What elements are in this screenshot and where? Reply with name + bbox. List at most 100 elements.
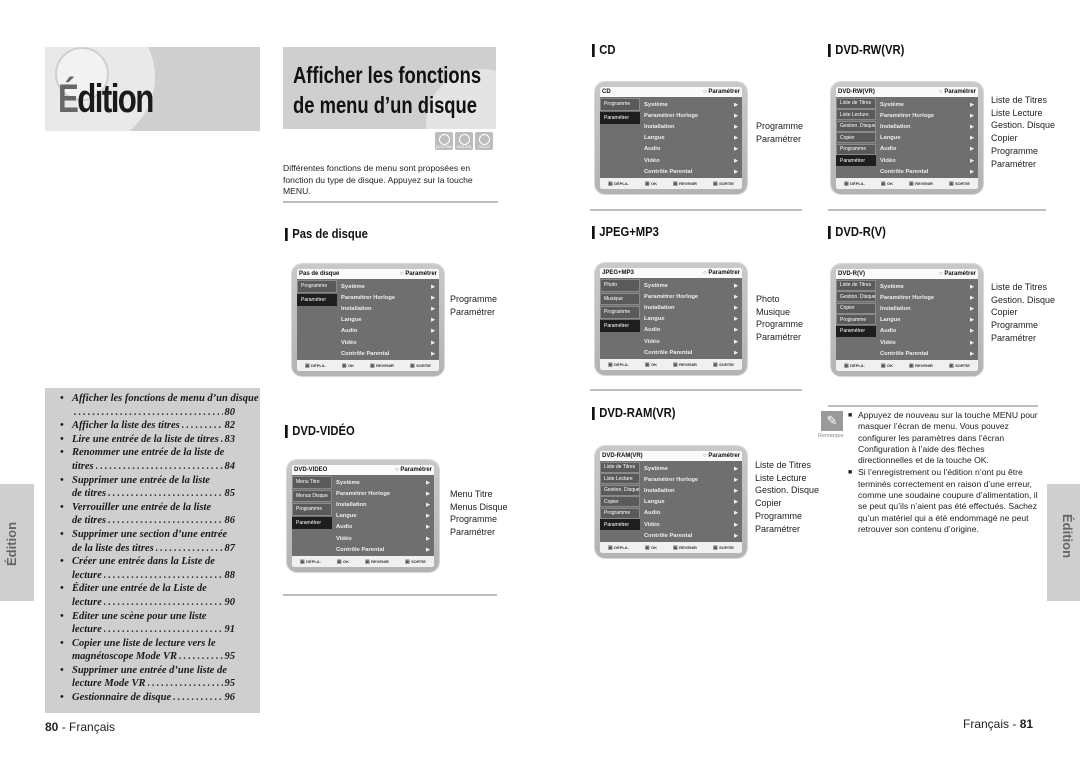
toc-item[interactable]: • Editer une scène pour une liste lecture.… xyxy=(60,610,235,637)
menu-item[interactable]: Langue ▶ xyxy=(880,133,974,144)
option-list: Liste de Titres Liste Lecture Gestion. Dis… xyxy=(755,459,819,535)
sidebar-item[interactable]: Copier xyxy=(836,302,876,314)
toc-item[interactable]: • Supprimer une entrée d’une liste de lect… xyxy=(60,664,235,691)
menu-item[interactable]: Installation ▶ xyxy=(336,499,430,510)
menu-item[interactable]: Langue ▶ xyxy=(336,511,430,522)
sidebar-item[interactable]: Copier xyxy=(836,132,876,143)
menu-item[interactable]: Vidéo ▶ xyxy=(880,155,974,166)
sidebar-item[interactable]: Liste Lecture xyxy=(600,473,640,484)
sidebar-item[interactable]: Photo xyxy=(600,279,640,292)
menu-item[interactable]: Langue ▶ xyxy=(644,497,738,508)
menu-item[interactable]: Système ▶ xyxy=(644,463,738,474)
menu-item[interactable]: Audio ▶ xyxy=(644,325,738,336)
sidebar-item[interactable]: Menus Disque xyxy=(292,489,332,502)
sidebar-item[interactable]: Menu Titre xyxy=(292,476,332,489)
option-item: Paramétrer xyxy=(991,332,1037,343)
sidebar-item[interactable]: Programme xyxy=(836,314,876,325)
settings-menu: Système ▶ Paramétrer Horloge ▶ Installation ▶… xyxy=(341,281,435,359)
menu-item[interactable]: Audio ▶ xyxy=(880,326,974,337)
sidebar-item[interactable]: Programme xyxy=(836,143,876,155)
menu-item[interactable]: Paramétrer Horloge ▶ xyxy=(644,110,738,121)
sidebar-item[interactable]: Paramétrer xyxy=(836,325,876,337)
sidebar-item[interactable]: Paramétrer xyxy=(297,293,337,306)
sidebar-item[interactable]: Programme xyxy=(600,507,640,519)
sidebar-item[interactable]: Liste de Titres xyxy=(836,279,876,291)
menu-item[interactable]: Installation ▶ xyxy=(880,121,974,132)
sidebar-item[interactable]: Programme xyxy=(292,503,332,516)
menu-item[interactable]: Audio ▶ xyxy=(644,144,738,155)
sidebar-item[interactable]: Programme xyxy=(297,280,337,293)
menu-item[interactable]: Vidéo ▶ xyxy=(341,337,435,348)
sidebar-item[interactable]: Programme xyxy=(600,306,640,319)
menu-item[interactable]: Installation ▶ xyxy=(644,485,738,496)
toc-item[interactable]: • Afficher les fonctions de menu d’un dis… xyxy=(60,392,259,419)
menu-item[interactable]: Système ▶ xyxy=(880,281,974,292)
toc-item[interactable]: • Lire une entrée de la liste de titres..… xyxy=(60,433,235,447)
menu-item[interactable]: Langue ▶ xyxy=(644,314,738,325)
menu-item[interactable]: Audio ▶ xyxy=(341,326,435,337)
menu-item[interactable]: Installation ▶ xyxy=(341,303,435,314)
menu-item-label: Contrôle Parental xyxy=(644,349,693,356)
menu-item[interactable]: Contrôle Parental ▶ xyxy=(341,348,435,359)
footer-hint: OK xyxy=(645,181,657,187)
menu-item[interactable]: Installation ▶ xyxy=(644,121,738,132)
menu-item[interactable]: Système ▶ xyxy=(336,477,430,488)
sidebar-item[interactable]: Paramétrer xyxy=(292,516,332,529)
toc-item[interactable]: • Supprimer une section d’une entrée de la… xyxy=(60,528,235,555)
footer-hint: OK xyxy=(881,363,893,369)
menu-item[interactable]: Vidéo ▶ xyxy=(644,336,738,347)
toc-item[interactable]: • Éditer une entrée de la Liste de lecture… xyxy=(60,582,235,609)
menu-item[interactable]: Paramétrer Horloge ▶ xyxy=(644,474,738,485)
menu-item[interactable]: Contrôle Parental ▶ xyxy=(644,166,738,177)
sidebar-item[interactable]: Liste de Titres xyxy=(600,461,640,473)
menu-item[interactable]: Langue ▶ xyxy=(341,315,435,326)
menu-item[interactable]: Vidéo ▶ xyxy=(880,337,974,348)
menu-item[interactable]: Installation ▶ xyxy=(880,303,974,314)
toc-item[interactable]: • Gestionnaire de disque.................… xyxy=(60,691,235,705)
menu-item[interactable]: Contrôle Parental ▶ xyxy=(644,530,738,541)
menu-item[interactable]: Contrôle Parental ▶ xyxy=(644,347,738,358)
toc-item[interactable]: • Supprimer une entrée de la liste de titr… xyxy=(60,474,235,501)
toc-item[interactable]: • Renommer une entrée de la liste de titre… xyxy=(60,446,235,473)
menu-item[interactable]: Audio ▶ xyxy=(644,508,738,519)
menu-item[interactable]: Contrôle Parental ▶ xyxy=(880,348,974,359)
setup-indicator: Paramétrer xyxy=(703,89,740,95)
sidebar-item[interactable]: Liste de Titres xyxy=(836,97,876,109)
menu-item[interactable]: Vidéo ▶ xyxy=(644,155,738,166)
menu-item[interactable]: Système ▶ xyxy=(644,280,738,291)
sidebar-item[interactable]: Paramétrer xyxy=(600,519,640,530)
menu-item[interactable]: Vidéo ▶ xyxy=(336,533,430,544)
sidebar-item[interactable]: Programme xyxy=(600,98,640,111)
sidebar-item[interactable]: Gestion. Disque xyxy=(836,120,876,132)
menu-item[interactable]: Système ▶ xyxy=(341,281,435,292)
menu-item[interactable]: Audio ▶ xyxy=(880,144,974,155)
menu-item-label: Système xyxy=(644,465,668,472)
sidebar-item[interactable]: Musique xyxy=(600,292,640,305)
toc-item[interactable]: • Verrouiller une entrée de la liste de ti… xyxy=(60,501,235,528)
menu-item[interactable]: Paramétrer Horloge ▶ xyxy=(880,292,974,303)
menu-item[interactable]: Paramétrer Horloge ▶ xyxy=(341,292,435,303)
sidebar-item[interactable]: Paramétrer xyxy=(600,319,640,332)
menu-item[interactable]: Système ▶ xyxy=(880,99,974,110)
menu-item[interactable]: Paramétrer Horloge ▶ xyxy=(336,488,430,499)
menu-item[interactable]: Installation ▶ xyxy=(644,302,738,313)
menu-item[interactable]: Paramétrer Horloge ▶ xyxy=(880,110,974,121)
menu-item[interactable]: Contrôle Parental ▶ xyxy=(336,544,430,555)
sidebar-item[interactable]: Liste Lecture xyxy=(836,109,876,120)
menu-item[interactable]: Langue ▶ xyxy=(644,133,738,144)
sidebar-item[interactable]: Copier xyxy=(600,496,640,507)
menu-item[interactable]: Langue ▶ xyxy=(880,315,974,326)
screen-sidebar: Photo Musique Programme Paramétrer xyxy=(600,278,640,333)
menu-item[interactable]: Audio ▶ xyxy=(336,522,430,533)
sidebar-item[interactable]: Gestion. Disque xyxy=(600,484,640,496)
toc-item[interactable]: • Afficher la liste des titres...........… xyxy=(60,419,235,433)
menu-item[interactable]: Système ▶ xyxy=(644,99,738,110)
sidebar-item[interactable]: Gestion. Disque xyxy=(836,291,876,302)
sidebar-item[interactable]: Paramétrer xyxy=(836,155,876,166)
menu-item[interactable]: Paramétrer Horloge ▶ xyxy=(644,291,738,302)
toc-item[interactable]: • Créer une entrée dans la Liste de lectur… xyxy=(60,555,235,582)
menu-item[interactable]: Vidéo ▶ xyxy=(644,519,738,530)
sidebar-item[interactable]: Paramétrer xyxy=(600,111,640,124)
menu-item[interactable]: Contrôle Parental ▶ xyxy=(880,166,974,177)
toc-item[interactable]: • Copier une liste de lecture vers le magn… xyxy=(60,637,235,664)
